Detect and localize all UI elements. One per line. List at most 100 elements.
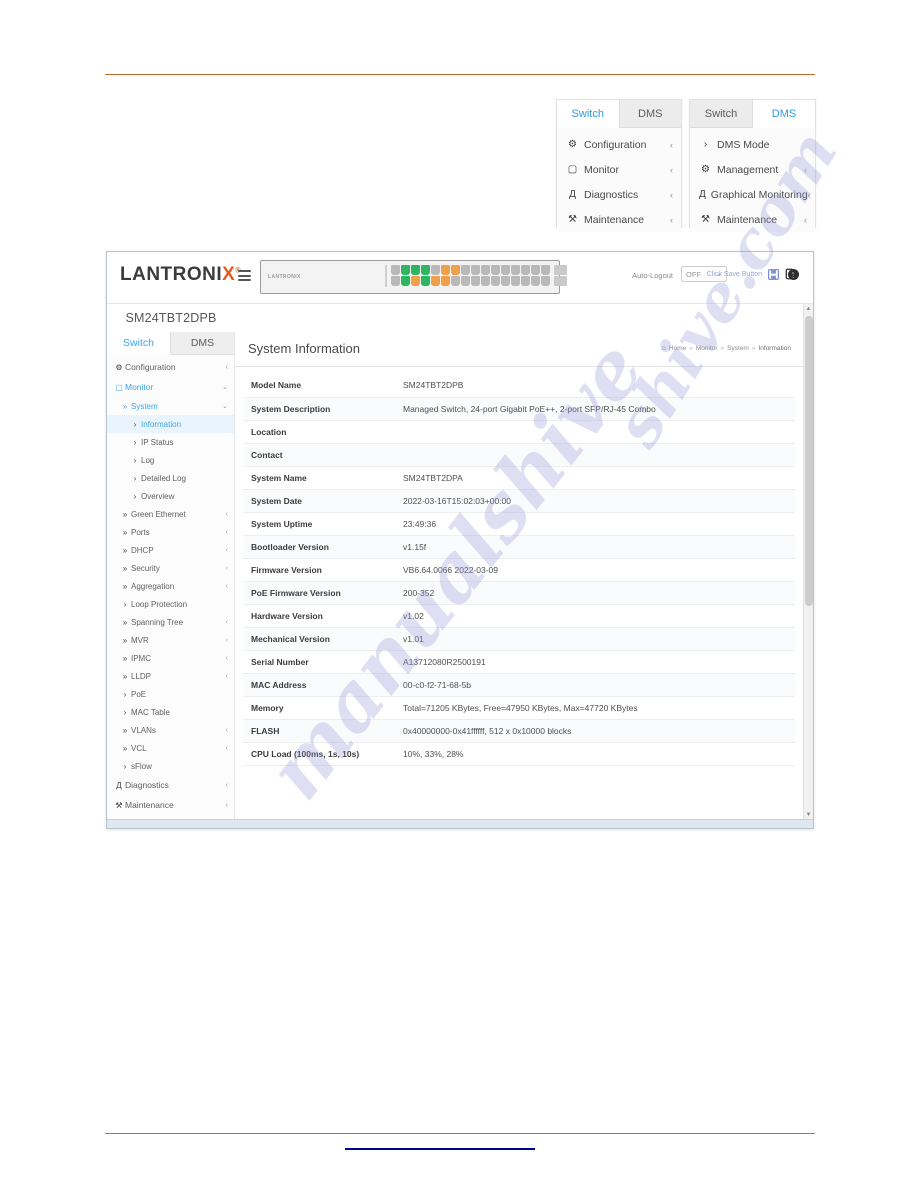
port-led-bottom[interactable]	[391, 276, 400, 286]
sidebar-item-poe[interactable]: › PoE	[107, 685, 234, 703]
port-led-bottom[interactable]	[481, 276, 490, 286]
device-port-pair[interactable]	[501, 265, 510, 286]
port-led-top[interactable]	[511, 265, 520, 275]
sidebar-item-security[interactable]: » Security ‹	[107, 559, 234, 577]
device-front-panel-image[interactable]: LANTRONIX	[260, 260, 567, 294]
menu-item-maintenance[interactable]: ⚒ Maintenance ‹	[690, 207, 815, 232]
port-led-bottom[interactable]	[511, 276, 520, 286]
tab-switch[interactable]: Switch	[557, 100, 620, 128]
sidebar-item-spanning-tree[interactable]: » Spanning Tree ‹	[107, 613, 234, 631]
port-led-top[interactable]	[501, 265, 510, 275]
device-port-pair[interactable]	[391, 265, 400, 286]
menu-item-dms-mode[interactable]: › DMS Mode	[690, 132, 815, 157]
sidebar-item-lldp[interactable]: » LLDP ‹	[107, 667, 234, 685]
port-led-bottom[interactable]	[461, 276, 470, 286]
port-led-bottom[interactable]	[491, 276, 500, 286]
port-led-top[interactable]	[461, 265, 470, 275]
port-led-top[interactable]	[481, 265, 490, 275]
port-led-bottom[interactable]	[501, 276, 510, 286]
port-led-top[interactable]	[421, 265, 430, 275]
device-port-pair[interactable]	[521, 265, 530, 286]
sidebar-item-sflow[interactable]: › sFlow	[107, 757, 234, 775]
sidebar-item-ports[interactable]: » Ports ‹	[107, 523, 234, 541]
tab-dms[interactable]: DMS	[753, 100, 815, 128]
menu-item-diagnostics[interactable]: Д Diagnostics ‹	[557, 182, 681, 207]
device-port-pair[interactable]	[491, 265, 500, 286]
sidebar-item-mvr[interactable]: » MVR ‹	[107, 631, 234, 649]
port-led-top[interactable]	[531, 265, 540, 275]
scrollbar-thumb[interactable]	[805, 316, 813, 606]
sidebar-item-green-ethernet[interactable]: » Green Ethernet ‹	[107, 505, 234, 523]
sidebar-item-ip-status[interactable]: › IP Status	[107, 433, 234, 451]
port-led-bottom[interactable]	[401, 276, 410, 286]
monitor-icon: ▢	[567, 164, 578, 175]
footer-link-underline[interactable]	[345, 1148, 535, 1150]
save-icon[interactable]	[765, 266, 781, 282]
menu-item-graphical-monitoring[interactable]: Д Graphical Monitoring ‹	[690, 182, 815, 207]
port-led-bottom[interactable]	[451, 276, 460, 286]
port-led-bottom[interactable]	[531, 276, 540, 286]
port-led-top[interactable]	[391, 265, 400, 275]
port-led-bottom[interactable]	[521, 276, 530, 286]
port-led-bottom[interactable]	[541, 276, 550, 286]
port-led-bottom[interactable]	[471, 276, 480, 286]
sidebar-item-monitor[interactable]: ▢ Monitor ⌄	[107, 377, 234, 397]
device-port-pair[interactable]	[531, 265, 540, 286]
sidebar-tab-switch[interactable]: Switch	[107, 332, 171, 355]
device-port-pair[interactable]	[411, 265, 420, 286]
device-port-pair[interactable]	[461, 265, 470, 286]
sidebar-item-aggregation[interactable]: » Aggregation ‹	[107, 577, 234, 595]
sidebar-item-mac-table[interactable]: › MAC Table	[107, 703, 234, 721]
horizontal-scrollbar[interactable]	[107, 819, 813, 828]
device-port-pair[interactable]	[471, 265, 480, 286]
sidebar-item-maintenance[interactable]: ⚒ Maintenance ‹	[107, 795, 234, 815]
sidebar-item-overview[interactable]: › Overview	[107, 487, 234, 505]
port-led-bottom[interactable]	[441, 276, 450, 286]
port-led-top[interactable]	[431, 265, 440, 275]
menu-item-management[interactable]: ⚙ Management ‹	[690, 157, 815, 182]
port-led-top[interactable]	[541, 265, 550, 275]
sidebar-tab-dms[interactable]: DMS	[171, 332, 234, 354]
device-port-pair[interactable]	[431, 265, 440, 286]
sidebar-item-diagnostics[interactable]: Д Diagnostics ‹	[107, 775, 234, 795]
menu-item-monitor[interactable]: ▢ Monitor ‹	[557, 157, 681, 182]
sidebar-item-ipmc[interactable]: » IPMC ‹	[107, 649, 234, 667]
breadcrumb-item[interactable]: System	[727, 345, 749, 352]
port-led-bottom[interactable]	[421, 276, 430, 286]
tab-dms[interactable]: DMS	[619, 100, 681, 127]
sidebar-item-detailed-log[interactable]: › Detailed Log	[107, 469, 234, 487]
sidebar-item-information[interactable]: › Information	[107, 415, 234, 433]
port-led-top[interactable]	[411, 265, 420, 275]
sidebar-item-dhcp[interactable]: » DHCP ‹	[107, 541, 234, 559]
sidebar-item-loop-protection[interactable]: › Loop Protection	[107, 595, 234, 613]
device-port-pair[interactable]	[541, 265, 550, 286]
sidebar-item-vcl[interactable]: » VCL ‹	[107, 739, 234, 757]
tab-switch[interactable]: Switch	[690, 100, 753, 127]
menu-item-configuration[interactable]: ⚙ Configuration ‹	[557, 132, 681, 157]
device-port-pair[interactable]	[401, 265, 410, 286]
sidebar-item-vlans[interactable]: » VLANs ‹	[107, 721, 234, 739]
device-port-pair[interactable]	[441, 265, 450, 286]
port-led-bottom[interactable]	[431, 276, 440, 286]
menu-item-maintenance[interactable]: ⚒ Maintenance ‹	[557, 207, 681, 232]
port-led-bottom[interactable]	[411, 276, 420, 286]
port-led-top[interactable]	[491, 265, 500, 275]
vertical-scrollbar[interactable]: ▲ ▼	[803, 304, 813, 820]
device-port-pair[interactable]	[511, 265, 520, 286]
sidebar-item-configuration[interactable]: ⚙ Configuration ‹	[107, 357, 234, 377]
logout-icon[interactable]	[783, 266, 799, 282]
port-led-top[interactable]	[521, 265, 530, 275]
hamburger-menu-icon[interactable]	[238, 270, 251, 281]
port-led-top[interactable]	[441, 265, 450, 275]
breadcrumb-item[interactable]: Home	[669, 345, 686, 352]
port-led-top[interactable]	[471, 265, 480, 275]
device-port-pair[interactable]	[481, 265, 490, 286]
scroll-up-icon[interactable]: ▲	[804, 304, 813, 314]
breadcrumb-item[interactable]: Monitor	[696, 345, 718, 352]
port-led-top[interactable]	[401, 265, 410, 275]
device-port-pair[interactable]	[451, 265, 460, 286]
sidebar-item-log[interactable]: › Log	[107, 451, 234, 469]
port-led-top[interactable]	[451, 265, 460, 275]
sidebar-item-system[interactable]: » System ⌄	[107, 397, 234, 415]
device-port-pair[interactable]	[421, 265, 430, 286]
